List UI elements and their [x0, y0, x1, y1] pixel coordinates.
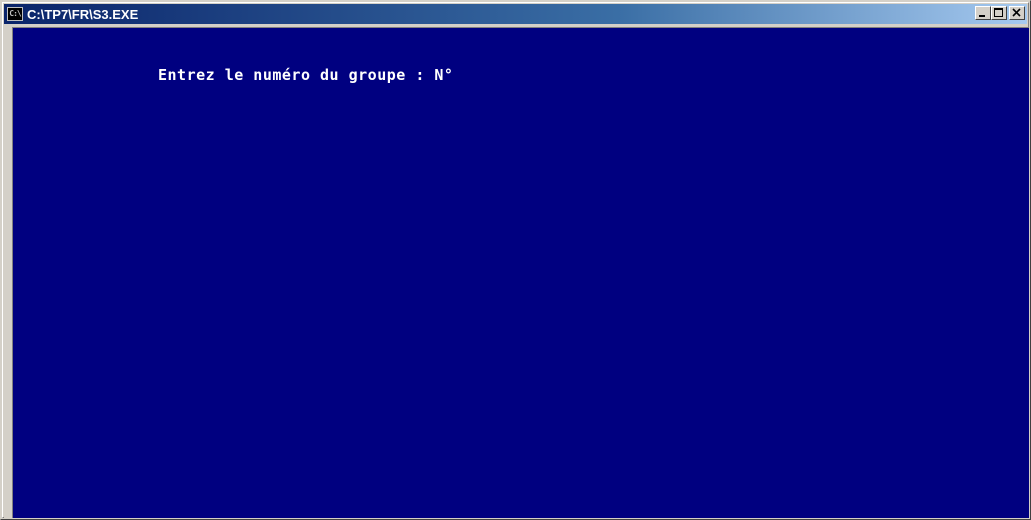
- title-bar[interactable]: C:\ C:\TP7\FR\S3.EXE: [4, 4, 1027, 24]
- maximize-icon: [994, 8, 1003, 17]
- maximize-button[interactable]: [991, 6, 1007, 20]
- console-prompt: Entrez le numéro du groupe : N°: [158, 66, 454, 84]
- console-app-icon[interactable]: C:\: [7, 7, 23, 21]
- console-window: C:\ C:\TP7\FR\S3.EXE Entrez le numéro du…: [0, 0, 1031, 520]
- minimize-button[interactable]: [975, 6, 991, 20]
- close-button[interactable]: [1009, 6, 1025, 20]
- window-left-edge: [4, 27, 12, 518]
- console-area[interactable]: Entrez le numéro du groupe : N°: [12, 27, 1029, 518]
- window-title: C:\TP7\FR\S3.EXE: [27, 6, 139, 22]
- minimize-icon: [979, 15, 985, 17]
- title-buttons: [975, 6, 1025, 20]
- close-icon: [1012, 8, 1021, 17]
